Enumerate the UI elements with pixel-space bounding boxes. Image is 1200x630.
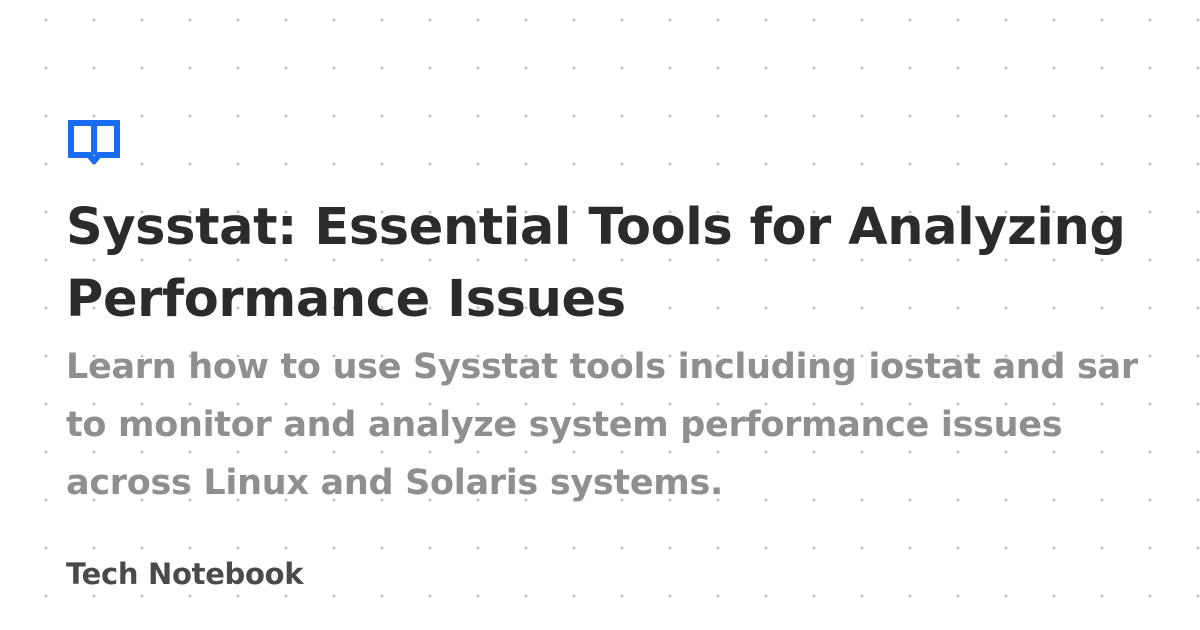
- page-title: Sysstat: Essential Tools for Analyzing P…: [66, 198, 1126, 329]
- page-description: Learn how to use Sysstat tools including…: [66, 347, 1138, 503]
- site-name: Tech Notebook: [66, 557, 304, 591]
- social-preview-card: Sysstat: Essential Tools for Analyzing P…: [66, 118, 1156, 628]
- open-book-icon: [66, 118, 122, 164]
